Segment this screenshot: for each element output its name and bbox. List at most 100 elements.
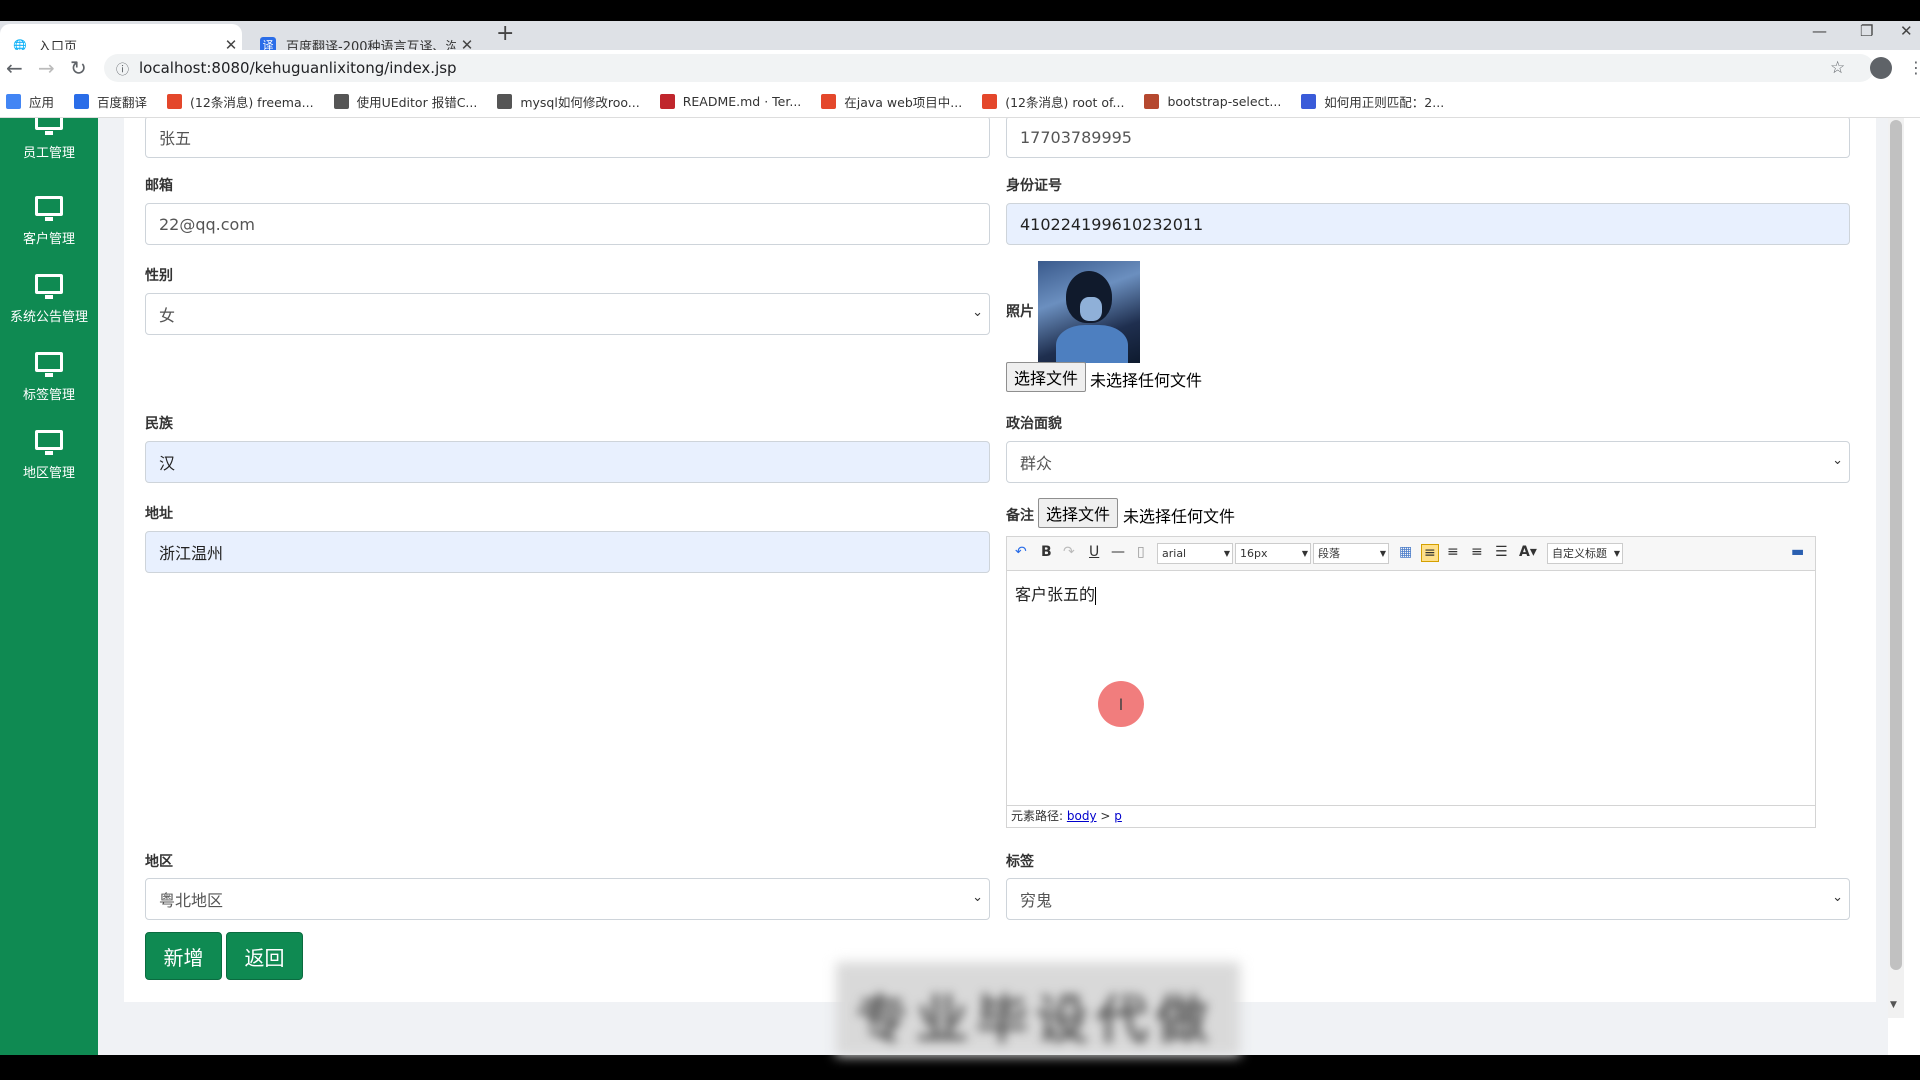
window-close-icon[interactable]: ✕ [1900, 22, 1913, 40]
name-input[interactable]: 张五 [145, 118, 990, 158]
monitor-icon [35, 118, 63, 135]
sidebar-item-label: 客户管理 [22, 232, 75, 247]
mouse-cursor-highlight: I [1098, 681, 1144, 727]
text-cursor-icon: I [1118, 694, 1124, 714]
url-text: localhost:8080/kehuguanlixitong/index.js… [139, 59, 457, 77]
scrollbar-thumb[interactable] [1890, 120, 1902, 970]
bookmark-item[interactable]: mysql如何修改roo... [497, 92, 640, 111]
custom-title-select[interactable]: 自定义标题 ▼ [1547, 543, 1623, 564]
bookmark-item[interactable]: 百度翻译 [74, 92, 147, 111]
bookmark-item[interactable]: 使用UEditor 报错C... [333, 92, 477, 111]
forward-icon[interactable]: → [38, 56, 55, 80]
bookmark-label: mysql如何修改roo... [520, 95, 640, 110]
back-icon[interactable]: ← [6, 56, 23, 80]
bookmark-favicon-icon [982, 94, 998, 109]
sidebar-item-region[interactable]: 地区管理 [0, 430, 98, 481]
page-icon[interactable]: ▯ [1137, 544, 1145, 560]
bookmark-label: 在java web项目中... [844, 95, 963, 110]
politics-select[interactable]: 群众 ⌄ [1006, 441, 1850, 483]
font-size-value: 16px [1240, 547, 1268, 560]
remark-file-button[interactable]: 选择文件 [1038, 498, 1119, 528]
address-input[interactable]: 浙江温州 [145, 531, 990, 573]
bookmark-item[interactable]: (12条消息) root of... [982, 92, 1124, 111]
back-button[interactable]: 返回 [226, 932, 303, 980]
bookmark-star-icon[interactable]: ☆ [1830, 58, 1845, 78]
restore-icon[interactable]: ❐ [1860, 22, 1873, 40]
redo-icon[interactable]: ↷ [1063, 544, 1075, 560]
photo-file-button[interactable]: 选择文件 [1006, 362, 1087, 392]
chevron-down-icon: ⌄ [1832, 453, 1843, 468]
bookmark-label: (12条消息) root of... [1005, 95, 1125, 110]
align-right-icon[interactable]: ≡ [1447, 544, 1459, 560]
apps-grid-icon [6, 94, 21, 109]
fullscreen-icon[interactable]: ▬ [1791, 544, 1804, 560]
bookmark-item[interactable]: bootstrap-select... [1144, 94, 1281, 109]
paragraph-select[interactable]: 段落 ▼ [1313, 543, 1389, 564]
phone-input[interactable]: 17703789995 [1006, 118, 1850, 158]
idcard-input[interactable]: 410224199610232011 [1006, 203, 1850, 245]
page-viewport: 员工管理 客户管理 系统公告管理 标签管理 地区管理 ▼ 张五 17703789… [0, 118, 1920, 1055]
photo-figure-face [1080, 297, 1102, 321]
monitor-icon [35, 196, 63, 221]
bookmark-favicon-icon [659, 94, 675, 109]
bookmark-item[interactable]: 如何用正则匹配：2... [1301, 92, 1444, 111]
tag-label: 标签 [1006, 854, 1034, 870]
horizontal-rule-icon[interactable]: — [1111, 544, 1125, 560]
bookmark-label: README.md · Ter... [682, 94, 802, 109]
undo-icon[interactable]: ↶ [1015, 544, 1027, 560]
paragraph-value: 段落 [1318, 547, 1340, 560]
bookmark-favicon-icon [333, 94, 349, 109]
region-select[interactable]: 粤北地区 ⌄ [145, 878, 990, 920]
bookmark-favicon-icon [1144, 94, 1160, 109]
scroll-down-arrow-icon[interactable]: ▼ [1890, 1000, 1897, 1010]
font-size-select[interactable]: 16px ▼ [1235, 543, 1311, 564]
element-path-label: 元素路径: [1011, 809, 1064, 823]
path-link-p[interactable]: p [1114, 809, 1122, 823]
dropdown-arrow-icon: ▼ [1379, 549, 1386, 558]
editor-content[interactable]: 客户张五的 [1015, 581, 1097, 605]
new-tab-button[interactable]: + [496, 21, 514, 46]
bold-icon[interactable]: B [1041, 544, 1052, 560]
sidebar-item-label: 系统公告管理 [9, 310, 88, 325]
sidebar-item-employee[interactable]: 员工管理 [0, 118, 98, 161]
sidebar-item-tags[interactable]: 标签管理 [0, 352, 98, 403]
custom-title-value: 自定义标题 [1552, 547, 1607, 560]
email-input[interactable]: 22@qq.com [145, 203, 990, 245]
address-bar[interactable]: ⓘ localhost:8080/kehuguanlixitong/index.… [104, 54, 1874, 82]
table-icon[interactable]: ▦ [1399, 544, 1412, 560]
align-left-icon[interactable]: ≡ [1421, 544, 1439, 562]
editor-toolbar: ↶ B ↷ U — ▯ arial ▼ 16px ▼ 段落 ▼ ▦ ≡ ≡ ≡ [1007, 537, 1815, 571]
reload-icon[interactable]: ↻ [70, 56, 87, 80]
align-justify-icon[interactable]: ☰ [1495, 544, 1508, 560]
element-path-bar: 元素路径: body > p [1007, 805, 1815, 827]
sidebar-item-customer[interactable]: 客户管理 [0, 196, 98, 247]
bookmark-item[interactable]: 在java web项目中... [821, 92, 962, 111]
sidebar-item-notice[interactable]: 系统公告管理 [0, 274, 98, 325]
account-icon[interactable] [1870, 57, 1892, 79]
sidebar-item-label: 地区管理 [22, 466, 75, 481]
dropdown-arrow-icon: ▼ [1301, 549, 1308, 558]
bookmark-favicon-icon [497, 94, 513, 109]
align-center-icon[interactable]: ≡ [1471, 544, 1483, 560]
email-label: 邮箱 [145, 178, 173, 194]
nation-input[interactable]: 汉 [145, 441, 990, 483]
text-caret [1095, 586, 1097, 605]
minimize-icon[interactable]: — [1812, 22, 1827, 40]
tag-select[interactable]: 穷鬼 ⌄ [1006, 878, 1850, 920]
sidebar-item-label: 标签管理 [22, 388, 75, 403]
underline-icon[interactable]: U [1089, 544, 1099, 560]
path-link-body[interactable]: body [1067, 809, 1097, 823]
gender-select[interactable]: 女 ⌄ [145, 293, 990, 335]
bookmark-item[interactable]: 应用 [6, 92, 54, 111]
font-color-icon[interactable]: A▾ [1519, 544, 1537, 560]
bookmark-item[interactable]: (12条消息) freema... [167, 92, 314, 111]
chevron-down-icon: ⌄ [1832, 890, 1843, 905]
bookmark-item[interactable]: README.md · Ter... [659, 94, 802, 109]
add-button[interactable]: 新增 [145, 932, 222, 980]
menu-icon[interactable]: ⋮ [1908, 58, 1920, 77]
monitor-icon [35, 274, 63, 299]
font-family-select[interactable]: arial ▼ [1157, 543, 1233, 564]
bookmark-label: bootstrap-select... [1167, 94, 1282, 109]
photo-figure-body [1056, 325, 1128, 363]
info-icon[interactable]: ⓘ [116, 59, 129, 78]
